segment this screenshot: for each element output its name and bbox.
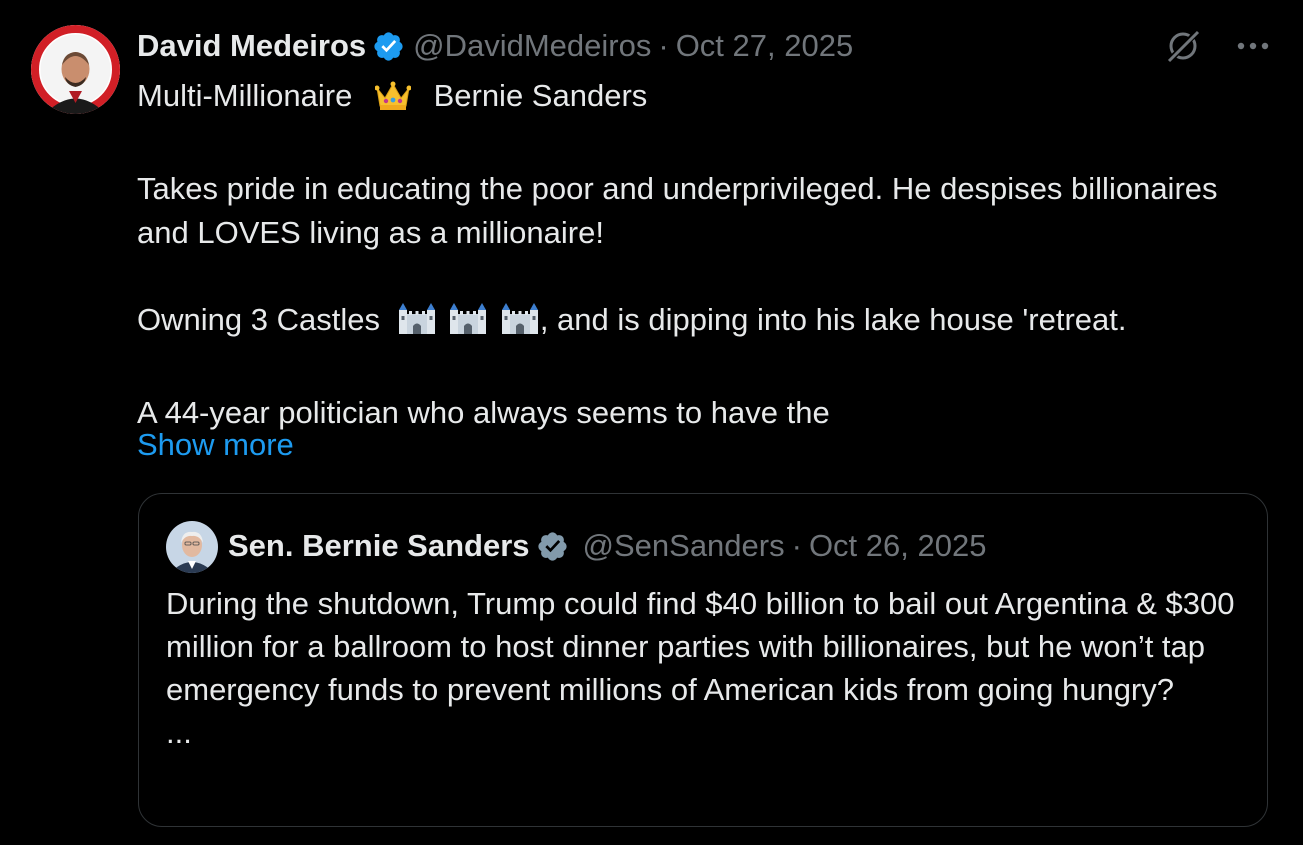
- quote-author-avatar[interactable]: [166, 521, 218, 573]
- tweet-text-segment: Owning 3 Castles: [137, 302, 380, 337]
- quote-paragraph: During the shutdown, Trump could find $4…: [166, 586, 1235, 707]
- quote-header: Sen. Bernie Sanders @SenSanders · Oct 26…: [228, 526, 986, 566]
- separator-dot: ·: [791, 528, 802, 563]
- castle-icon: [500, 302, 540, 348]
- crown-icon: [374, 80, 412, 124]
- tweet-text-segment: Bernie Sanders: [433, 78, 648, 113]
- quote-ellipsis: ...: [166, 715, 192, 750]
- tweet-text-segment: Multi-Millionaire: [137, 78, 353, 113]
- author-name[interactable]: David Medeiros: [137, 28, 366, 64]
- tweet-text-segment: , and is dipping into his lake house 're…: [539, 302, 1127, 337]
- tweet-header: David Medeiros @DavidMedeiros · Oct 27, …: [137, 26, 853, 66]
- quote-author-handle[interactable]: @SenSanders: [583, 528, 785, 564]
- tweet-paragraph: A 44-year politician who always seems to…: [137, 395, 830, 430]
- tweet[interactable]: David Medeiros @DavidMedeiros · Oct 27, …: [0, 0, 1303, 845]
- verified-badge-icon[interactable]: [372, 30, 405, 63]
- tweet-text: Multi-Millionaire Bernie Sanders Takes p…: [137, 74, 1267, 435]
- show-more-link[interactable]: Show more: [137, 423, 294, 467]
- verified-badge-icon[interactable]: [536, 530, 569, 563]
- grok-icon[interactable]: [1163, 26, 1203, 66]
- quote-date[interactable]: Oct 26, 2025: [809, 528, 987, 564]
- castle-icon: [448, 302, 488, 348]
- tweet-paragraph: Takes pride in educating the poor and un…: [137, 171, 1218, 250]
- separator-dot: ·: [658, 28, 669, 63]
- quote-text: During the shutdown, Trump could find $4…: [166, 582, 1246, 754]
- author-handle[interactable]: @DavidMedeiros: [413, 28, 651, 64]
- castle-icon: [397, 302, 437, 348]
- author-avatar[interactable]: [31, 25, 120, 114]
- tweet-actions: [1163, 26, 1273, 66]
- quoted-tweet[interactable]: Sen. Bernie Sanders @SenSanders · Oct 26…: [138, 493, 1268, 827]
- quote-author-name[interactable]: Sen. Bernie Sanders: [228, 528, 530, 564]
- tweet-line-1: Multi-Millionaire Bernie Sanders: [137, 74, 1267, 124]
- more-icon[interactable]: [1233, 26, 1273, 66]
- tweet-paragraph: Owning 3 Castles , and is dipping into h…: [137, 298, 1267, 348]
- tweet-date[interactable]: Oct 27, 2025: [676, 28, 854, 64]
